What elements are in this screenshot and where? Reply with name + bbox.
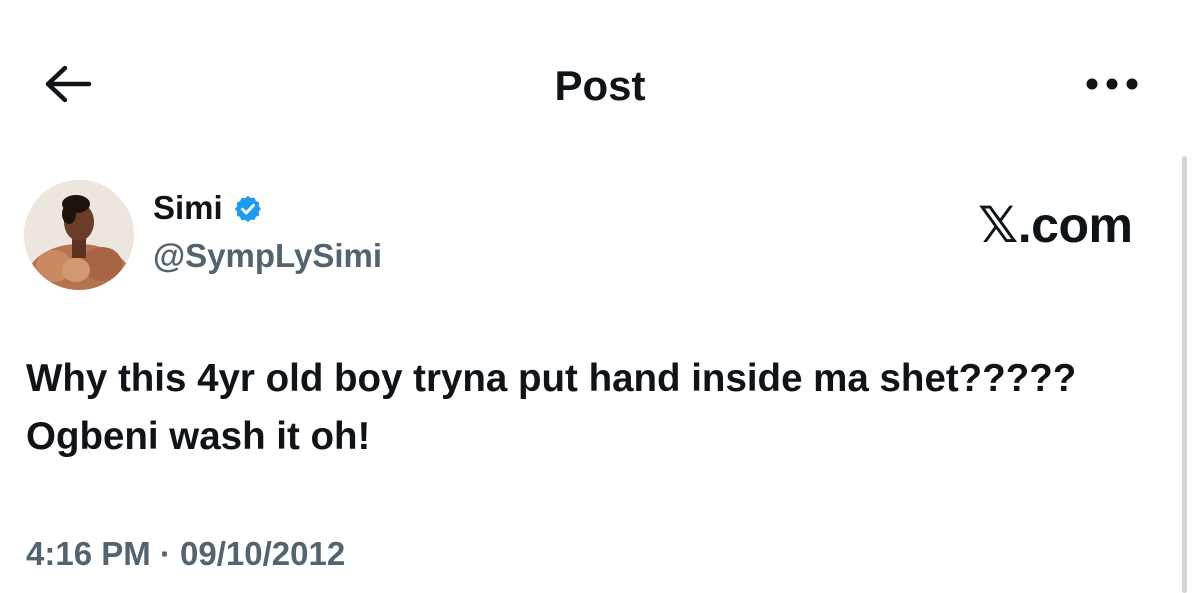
post-timestamp[interactable]: 4:16 PM · 09/10/2012 — [26, 532, 345, 576]
back-button[interactable] — [38, 60, 98, 112]
top-bar: Post — [0, 0, 1200, 150]
arrow-left-icon — [43, 64, 93, 109]
more-options-button[interactable] — [1076, 62, 1148, 110]
more-horizontal-icon — [1084, 76, 1140, 97]
author-name-text: Simi — [153, 189, 223, 226]
author-name[interactable]: Simi — [153, 188, 263, 228]
scrollbar[interactable] — [1182, 156, 1187, 593]
post-text: Why this 4yr old boy tryna put hand insi… — [26, 357, 1077, 458]
page-title: Post — [554, 62, 646, 109]
author-handle[interactable]: @SympLySimi — [153, 235, 382, 277]
avatar[interactable] — [24, 180, 134, 290]
watermark: 𝕏.com — [978, 197, 1133, 253]
verified-badge-icon — [233, 193, 263, 223]
